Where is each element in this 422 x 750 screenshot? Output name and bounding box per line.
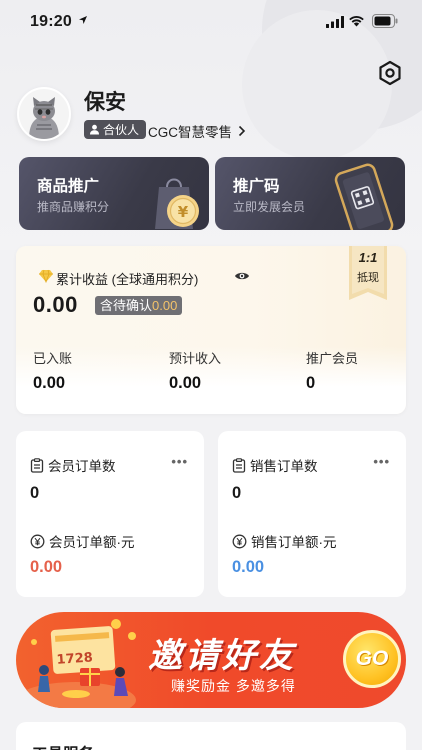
- location-arrow-icon: [79, 16, 87, 24]
- shop-link[interactable]: CGC智慧零售: [148, 121, 246, 141]
- cat-avatar-icon: [19, 89, 69, 139]
- stat-label: 已入账: [33, 351, 73, 366]
- role-label: 合伙人: [103, 123, 140, 137]
- stat-value: 0: [306, 374, 316, 392]
- stat-label: 推广会员: [306, 351, 359, 366]
- banner-deco-amount: 1728: [56, 650, 93, 667]
- stat-expected[interactable]: 预计收入 0.00: [169, 348, 221, 393]
- eye-icon[interactable]: [234, 270, 250, 282]
- product-promotion-subtitle: 推商品赚积分: [37, 200, 110, 214]
- pending-value: 0.00: [152, 298, 178, 313]
- wifi-icon: [349, 16, 364, 27]
- exchange-ribbon[interactable]: 1:1 抵现: [349, 246, 387, 300]
- invite-title: 邀请好友: [148, 637, 296, 675]
- svg-text:¥: ¥: [178, 203, 189, 221]
- tool-services-card: 工具服务: [16, 722, 406, 750]
- role-badge: 合伙人: [84, 120, 147, 139]
- username: 保安: [84, 91, 126, 114]
- earnings-card: 累计收益 (全球通用积分) 0.00 含待确认0.00 1:1 抵现 已入账 0…: [16, 246, 406, 414]
- ribbon-ratio: 1:1: [358, 250, 378, 265]
- stat-value: 0.00: [33, 374, 66, 392]
- member-order-count-header: 会员订单数: [30, 455, 116, 475]
- member-order-count-label: 会员订单数: [48, 459, 116, 474]
- chevron-right-icon: [238, 125, 246, 137]
- promo-code-card[interactable]: 推广码 立即发展会员: [215, 157, 405, 230]
- settings-hex-icon[interactable]: [376, 59, 404, 87]
- member-order-amount-label: 会员订单额·元: [49, 535, 135, 550]
- more-dots-icon[interactable]: •••: [171, 454, 188, 469]
- sales-order-count-label: 销售订单数: [250, 459, 318, 474]
- ribbon-text: 抵现: [357, 272, 379, 284]
- stat-label: 预计收入: [169, 351, 222, 366]
- stat-value: 0.00: [169, 374, 202, 392]
- stat-credited[interactable]: 已入账 0.00: [33, 348, 72, 393]
- product-promotion-card[interactable]: 商品推广 推商品赚积分 ¥: [19, 157, 209, 230]
- clipboard-icon: [232, 457, 246, 473]
- phone-qr-icon: [334, 163, 394, 230]
- diamond-icon: [39, 269, 53, 283]
- yen-coin-icon: [232, 534, 247, 548]
- banner-illustration: 1728: [16, 619, 136, 708]
- sales-order-count-header: 销售订单数: [232, 455, 318, 475]
- person-icon: [90, 124, 99, 135]
- shop-name-label: CGC智慧零售: [148, 125, 232, 140]
- earnings-title: 累计收益 (全球通用积分): [56, 272, 199, 287]
- shopping-bag-coin-icon: ¥: [155, 178, 199, 229]
- sales-order-amount-header: 销售订单额·元: [232, 531, 337, 551]
- tool-services-title: 工具服务: [32, 742, 94, 750]
- member-order-count: 0: [30, 484, 40, 502]
- member-order-amount: 0.00: [30, 558, 63, 576]
- promo-code-subtitle: 立即发展会员: [233, 200, 306, 214]
- stat-members[interactable]: 推广会员 0: [306, 348, 358, 393]
- clipboard-icon: [30, 457, 44, 473]
- invite-slogan: 赚奖励金 多邀多得: [171, 678, 296, 694]
- sales-order-count: 0: [232, 484, 242, 502]
- sales-order-amount: 0.00: [232, 558, 265, 576]
- member-order-amount-header: 会员订单额·元: [30, 531, 135, 551]
- member-orders-card[interactable]: 会员订单数 ••• 0 会员订单额·元 0.00: [16, 431, 204, 597]
- pending-badge: 含待确认0.00: [95, 296, 183, 315]
- sales-orders-card[interactable]: 销售订单数 ••• 0 销售订单额·元 0.00: [218, 431, 406, 597]
- go-button[interactable]: GO: [343, 630, 401, 688]
- product-promotion-title: 商品推广: [37, 178, 100, 195]
- avatar[interactable]: [17, 87, 71, 141]
- yen-coin-icon: [30, 534, 45, 548]
- pending-label: 含待确认: [100, 298, 153, 313]
- cellular-signal-icon: [326, 16, 344, 28]
- status-bar: 19:20: [0, 0, 422, 44]
- status-time: 19:20: [30, 13, 72, 30]
- more-dots-icon[interactable]: •••: [373, 454, 390, 469]
- invite-friends-banner[interactable]: 1728 邀请好友 赚奖励金 多邀多得 GO: [16, 612, 406, 708]
- sales-order-amount-label: 销售订单额·元: [251, 535, 337, 550]
- promo-code-title: 推广码: [233, 178, 280, 195]
- earnings-total: 0.00: [33, 292, 78, 317]
- battery-icon: [372, 14, 398, 28]
